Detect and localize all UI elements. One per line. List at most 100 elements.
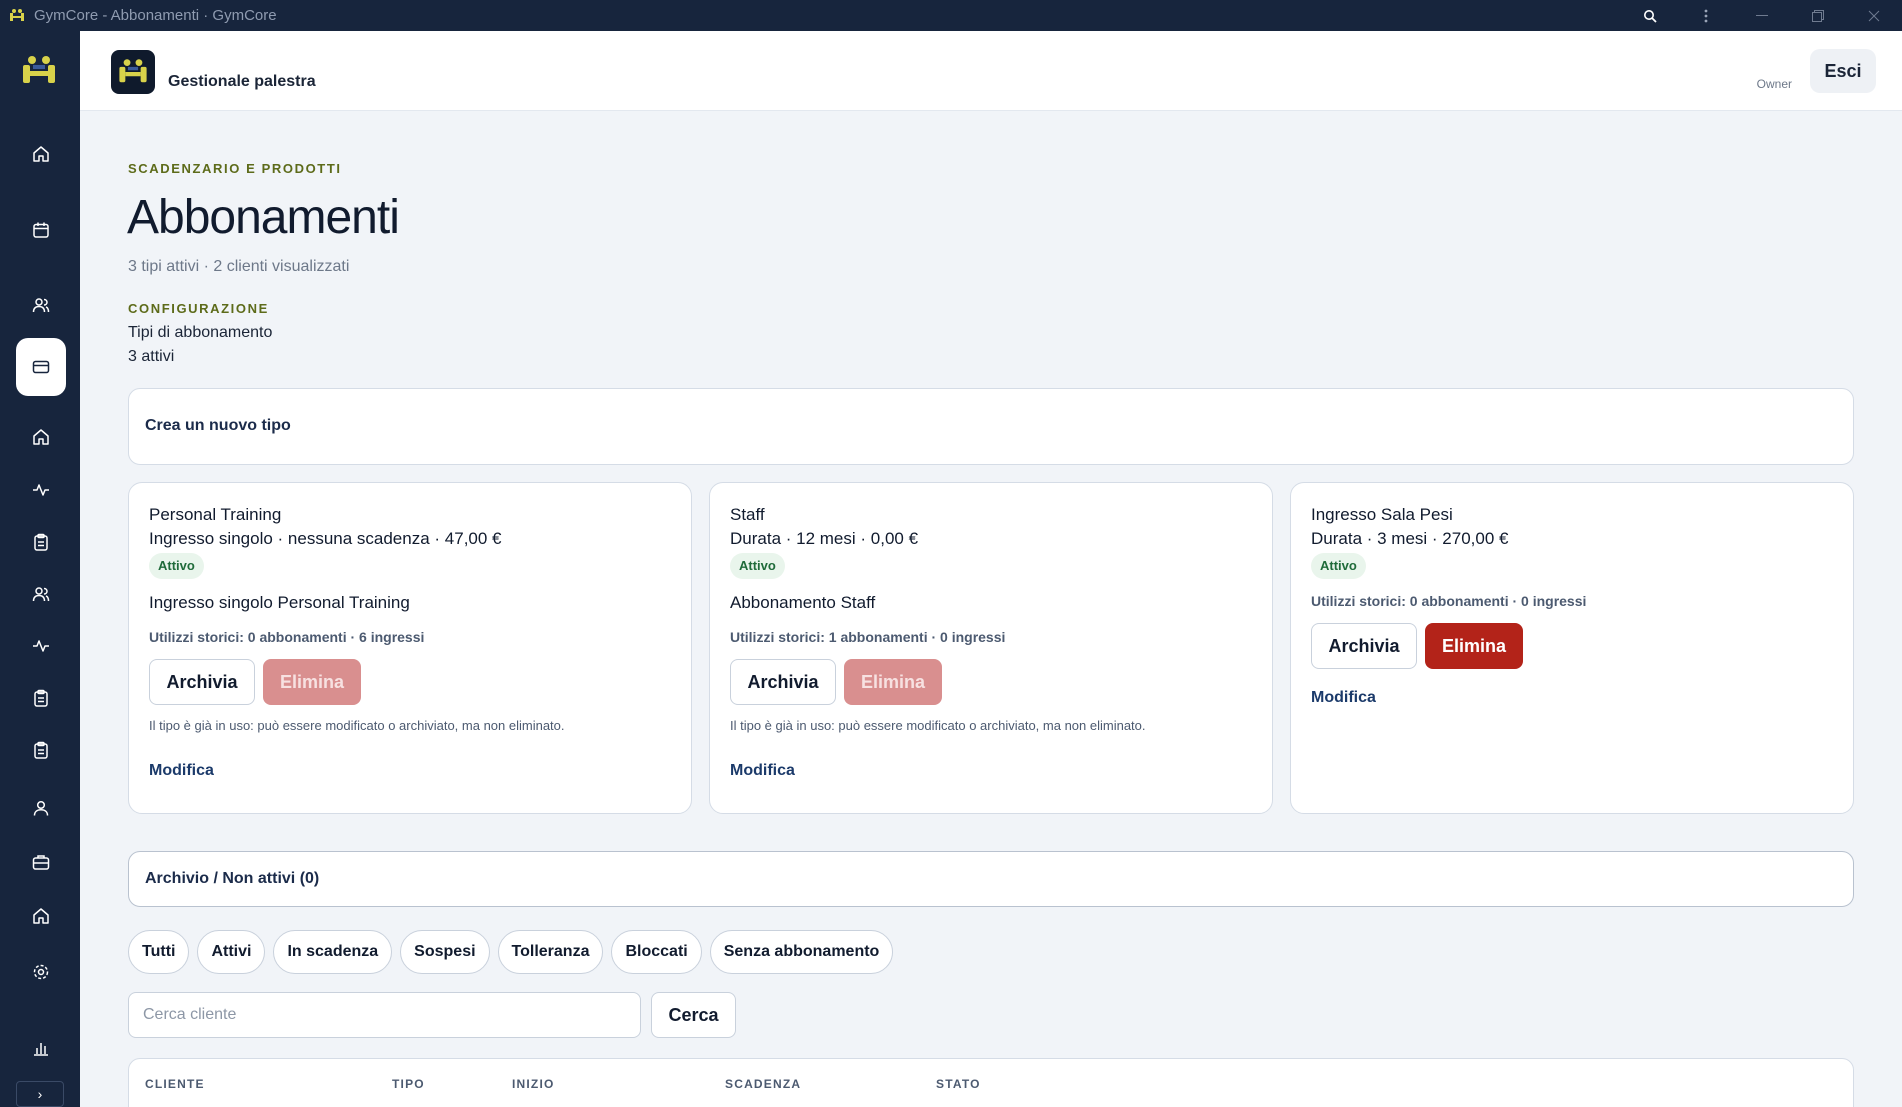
client-search-input[interactable] (128, 992, 641, 1038)
archive-label: Archivio / Non attivi (0) (145, 870, 320, 887)
filter-chip-tolerance[interactable]: Tolleranza (497, 930, 604, 974)
archive-panel[interactable]: Archivio / Non attivi (0) (128, 851, 1854, 907)
status-badge: Attivo (1311, 553, 1366, 579)
calendar-icon (33, 222, 49, 238)
status-badge: Attivo (730, 553, 785, 579)
sidebar-item-settings[interactable] (16, 947, 66, 997)
sidebar-expand-button[interactable]: › (16, 1081, 64, 1107)
type-usage: Utilizzi storici: 1 abbonamenti · 0 ingr… (730, 629, 1006, 645)
type-usage: Utilizzi storici: 0 abbonamenti · 0 ingr… (1311, 593, 1587, 609)
sidebar-item-home[interactable] (16, 129, 66, 179)
sidebar-item-products[interactable] (16, 837, 66, 887)
user-icon (33, 800, 49, 816)
in-use-note: Il tipo è già in uso: può essere modific… (149, 718, 565, 733)
archive-button[interactable]: Archivia (730, 659, 836, 705)
type-description: Abbonamento Staff (730, 593, 876, 612)
gear-icon (33, 964, 49, 980)
top-header: Gestionale palestra Owner Esci (80, 31, 1902, 111)
column-header-status[interactable]: STATO (936, 1077, 981, 1091)
search-button[interactable]: Cerca (651, 992, 736, 1038)
edit-link[interactable]: Modifica (1311, 689, 1376, 707)
subscriptions-table: CLIENTE TIPO INIZIO SCADENZA STATO (128, 1058, 1854, 1107)
type-name: Personal Training (149, 505, 282, 524)
config-count: 3 attivi (128, 348, 175, 365)
sidebar-item-reports-3[interactable] (16, 725, 66, 775)
delete-button[interactable]: Elimina (1425, 623, 1523, 669)
create-type-label: Crea un nuovo tipo (145, 417, 291, 434)
create-type-panel[interactable]: Crea un nuovo tipo (128, 388, 1854, 465)
column-header-start[interactable]: INIZIO (512, 1077, 555, 1091)
home-icon (33, 146, 49, 162)
sidebar-item-profile[interactable] (16, 783, 66, 833)
delete-button[interactable]: Elimina (263, 659, 361, 705)
filter-chip-blocked[interactable]: Bloccati (611, 930, 702, 974)
brand-name: Gestionale palestra (168, 73, 316, 90)
sidebar-item-calendar[interactable] (16, 205, 66, 255)
bar-chart-icon (34, 1043, 48, 1056)
clipboard-icon (34, 741, 48, 759)
briefcase-icon (32, 855, 50, 870)
clipboard-icon (34, 533, 48, 551)
activity-icon (33, 484, 49, 496)
page-title: Abbonamenti (127, 191, 400, 244)
type-name: Ingresso Sala Pesi (1311, 505, 1453, 524)
zoom-icon[interactable] (1622, 0, 1678, 31)
sidebar: › (0, 31, 80, 1107)
window-title: GymCore - Abbonamenti · GymCore (34, 7, 277, 24)
activity-icon (33, 640, 49, 652)
card-icon (32, 360, 50, 374)
home-icon (33, 429, 49, 445)
user-role: Owner (1756, 77, 1792, 91)
sidebar-item-activity-2[interactable] (16, 621, 66, 671)
filter-chip-active[interactable]: Attivi (197, 930, 266, 974)
more-options-icon[interactable] (1678, 0, 1734, 31)
filter-chip-no-subscription[interactable]: Senza abbonamento (709, 930, 894, 974)
minimize-icon[interactable] (1734, 0, 1790, 31)
sidebar-item-reports[interactable] (16, 517, 66, 567)
config-title: Tipi di abbonamento (128, 324, 273, 341)
restore-icon[interactable] (1790, 0, 1846, 31)
column-header-expiry[interactable]: SCADENZA (725, 1077, 801, 1091)
sidebar-item-clients[interactable] (16, 280, 66, 330)
users-icon (32, 298, 50, 313)
subscription-type-card: Staff Durata · 12 mesi · 0,00 € Attivo A… (709, 482, 1273, 814)
in-use-note: Il tipo è già in uso: può essere modific… (730, 718, 1146, 733)
column-header-type[interactable]: TIPO (392, 1077, 425, 1091)
filter-chip-expiring[interactable]: In scadenza (273, 930, 393, 974)
page-eyebrow: SCADENZARIO E PRODOTTI (128, 161, 342, 176)
type-usage: Utilizzi storici: 0 abbonamenti · 6 ingr… (149, 629, 425, 645)
edit-link[interactable]: Modifica (149, 762, 214, 780)
app-logo-icon (8, 7, 26, 25)
archive-button[interactable]: Archivia (149, 659, 255, 705)
subscription-type-card: Personal Training Ingresso singolo · nes… (128, 482, 692, 814)
delete-button[interactable]: Elimina (844, 659, 942, 705)
type-description: Ingresso singolo Personal Training (149, 593, 410, 612)
close-icon[interactable] (1846, 0, 1902, 31)
archive-button[interactable]: Archivia (1311, 623, 1417, 669)
sidebar-item-staff[interactable] (16, 569, 66, 619)
logout-button[interactable]: Esci (1810, 49, 1876, 93)
sidebar-item-subscriptions[interactable] (16, 338, 66, 396)
status-filters: Tutti Attivi In scadenza Sospesi Tollera… (128, 930, 894, 974)
status-badge: Attivo (149, 553, 204, 579)
sidebar-item-home-3[interactable] (16, 891, 66, 941)
type-meta: Durata · 3 mesi · 270,00 € (1311, 529, 1509, 548)
sidebar-item-statistics[interactable] (16, 1023, 66, 1073)
subscription-type-card: Ingresso Sala Pesi Durata · 3 mesi · 270… (1290, 482, 1854, 814)
type-meta: Durata · 12 mesi · 0,00 € (730, 529, 919, 548)
filter-chip-suspended[interactable]: Sospesi (400, 930, 490, 974)
users-icon (32, 587, 50, 602)
sidebar-item-reports-2[interactable] (16, 673, 66, 723)
window-titlebar: GymCore - Abbonamenti · GymCore (0, 0, 1902, 31)
type-meta: Ingresso singolo · nessuna scadenza · 47… (149, 529, 502, 548)
edit-link[interactable]: Modifica (730, 762, 795, 780)
home-icon (33, 908, 49, 924)
type-name: Staff (730, 505, 765, 524)
sidebar-item-home-2[interactable] (16, 412, 66, 462)
sidebar-item-activity[interactable] (16, 465, 66, 515)
filter-chip-all[interactable]: Tutti (128, 930, 190, 974)
column-header-client[interactable]: CLIENTE (145, 1077, 205, 1091)
sidebar-logo[interactable] (19, 51, 59, 91)
clipboard-icon (34, 689, 48, 707)
config-eyebrow: CONFIGURAZIONE (128, 301, 269, 316)
